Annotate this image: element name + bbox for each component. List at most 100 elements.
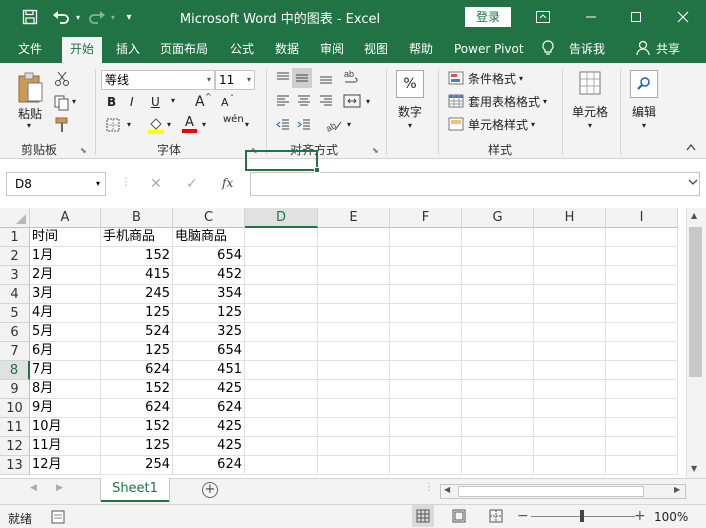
cell-d2[interactable] — [245, 247, 318, 266]
cell-b9[interactable]: 152 — [101, 380, 173, 399]
cell-i8[interactable] — [606, 361, 678, 380]
row-header-4[interactable]: 4 — [0, 285, 30, 304]
cell-e2[interactable] — [318, 247, 390, 266]
cell-g9[interactable] — [462, 380, 534, 399]
row-header-10[interactable]: 10 — [0, 399, 30, 418]
cell-b1[interactable]: 手机商品 — [101, 228, 173, 247]
column-header-d[interactable]: D — [245, 208, 318, 228]
select-all-corner[interactable] — [0, 208, 30, 228]
format-as-table-button[interactable]: 套用表格格式 ▾ — [468, 93, 547, 110]
cell-f10[interactable] — [390, 399, 462, 418]
phonetic-icon[interactable]: wén — [223, 115, 244, 125]
cell-i7[interactable] — [606, 342, 678, 361]
copy-icon[interactable] — [54, 95, 70, 111]
cell-a12[interactable]: 11月 — [30, 437, 101, 456]
fill-handle[interactable] — [314, 167, 320, 173]
tab-help[interactable]: 帮助 — [409, 40, 433, 58]
cell-c8[interactable]: 451 — [173, 361, 245, 380]
cell-h6[interactable] — [534, 323, 606, 342]
column-header-g[interactable]: G — [462, 208, 534, 228]
cell-e6[interactable] — [318, 323, 390, 342]
cell-e11[interactable] — [318, 418, 390, 437]
merge-dropdown-icon[interactable]: ▾ — [366, 97, 370, 106]
cell-h2[interactable] — [534, 247, 606, 266]
cell-h3[interactable] — [534, 266, 606, 285]
cell-e3[interactable] — [318, 266, 390, 285]
cell-e4[interactable] — [318, 285, 390, 304]
scroll-down-icon[interactable]: ▼ — [691, 464, 697, 473]
prev-sheet-icon[interactable]: ◀ — [30, 483, 37, 493]
scroll-right-icon[interactable]: ▶ — [674, 485, 680, 494]
cell-a11[interactable]: 10月 — [30, 418, 101, 437]
cell-f13[interactable] — [390, 456, 462, 475]
cell-d8[interactable] — [245, 361, 318, 380]
cell-h12[interactable] — [534, 437, 606, 456]
cell-f1[interactable] — [390, 228, 462, 247]
page-break-view-icon[interactable] — [489, 509, 503, 523]
cell-i11[interactable] — [606, 418, 678, 437]
cell-d9[interactable] — [245, 380, 318, 399]
cell-e7[interactable] — [318, 342, 390, 361]
tab-data[interactable]: 数据 — [275, 40, 299, 58]
insert-function-button[interactable]: fx — [222, 176, 233, 190]
number-dropdown-icon[interactable]: ▾ — [408, 121, 412, 130]
row-header-2[interactable]: 2 — [0, 247, 30, 266]
lightbulb-icon[interactable] — [541, 40, 555, 58]
cell-d1[interactable] — [245, 228, 318, 247]
cell-c13[interactable]: 624 — [173, 456, 245, 475]
editing-button[interactable]: 编辑 — [632, 103, 656, 120]
grow-font-button[interactable]: A — [195, 94, 205, 110]
cell-f6[interactable] — [390, 323, 462, 342]
conditional-format-button[interactable]: 条件格式 ▾ — [468, 70, 523, 87]
paste-dropdown-icon[interactable]: ▾ — [27, 121, 31, 130]
cell-g10[interactable] — [462, 399, 534, 418]
cell-styles-button[interactable]: 单元格样式 ▾ — [468, 116, 535, 133]
cell-e5[interactable] — [318, 304, 390, 323]
cell-i4[interactable] — [606, 285, 678, 304]
cell-h11[interactable] — [534, 418, 606, 437]
cell-h9[interactable] — [534, 380, 606, 399]
cell-c7[interactable]: 654 — [173, 342, 245, 361]
cell-a10[interactable]: 9月 — [30, 399, 101, 418]
cell-g5[interactable] — [462, 304, 534, 323]
cell-i6[interactable] — [606, 323, 678, 342]
tab-power-pivot[interactable]: Power Pivot — [454, 40, 524, 58]
cells-button[interactable]: 单元格 — [572, 103, 608, 120]
expand-formula-bar-icon[interactable] — [688, 178, 698, 186]
paste-button[interactable]: 粘贴 — [18, 105, 42, 122]
cell-h10[interactable] — [534, 399, 606, 418]
share-user-icon[interactable] — [636, 40, 650, 58]
format-as-table-icon[interactable] — [448, 94, 464, 108]
enter-icon[interactable]: ✓ — [186, 176, 198, 192]
row-header-5[interactable]: 5 — [0, 304, 30, 323]
tab-review[interactable]: 审阅 — [320, 40, 344, 58]
cell-f8[interactable] — [390, 361, 462, 380]
cell-a13[interactable]: 12月 — [30, 456, 101, 475]
cell-f11[interactable] — [390, 418, 462, 437]
cell-a1[interactable]: 时间 — [30, 228, 101, 247]
cell-c11[interactable]: 425 — [173, 418, 245, 437]
cell-b7[interactable]: 125 — [101, 342, 173, 361]
cell-a8[interactable]: 7月 — [30, 361, 101, 380]
cell-b12[interactable]: 125 — [101, 437, 173, 456]
wrap-text-icon[interactable]: ab — [343, 68, 359, 86]
tab-insert[interactable]: 插入 — [116, 40, 140, 58]
cell-b2[interactable]: 152 — [101, 247, 173, 266]
cell-a7[interactable]: 6月 — [30, 342, 101, 361]
paste-icon[interactable] — [16, 71, 46, 105]
cell-e1[interactable] — [318, 228, 390, 247]
spreadsheet-grid[interactable]: A B C D E F G H I 1 时间 手机商品 电脑商品 2 1月 152 654 3 2月 415 452 4 3… — [0, 208, 686, 475]
cell-h13[interactable] — [534, 456, 606, 475]
cell-i1[interactable] — [606, 228, 678, 247]
row-header-1[interactable]: 1 — [0, 228, 30, 247]
column-header-i[interactable]: I — [606, 208, 678, 228]
vertical-scroll-thumb[interactable] — [689, 227, 702, 377]
cell-h5[interactable] — [534, 304, 606, 323]
cell-c3[interactable]: 452 — [173, 266, 245, 285]
align-bottom-icon[interactable] — [318, 70, 334, 86]
cell-g11[interactable] — [462, 418, 534, 437]
cell-f2[interactable] — [390, 247, 462, 266]
cell-f5[interactable] — [390, 304, 462, 323]
cell-e9[interactable] — [318, 380, 390, 399]
cell-b4[interactable]: 245 — [101, 285, 173, 304]
